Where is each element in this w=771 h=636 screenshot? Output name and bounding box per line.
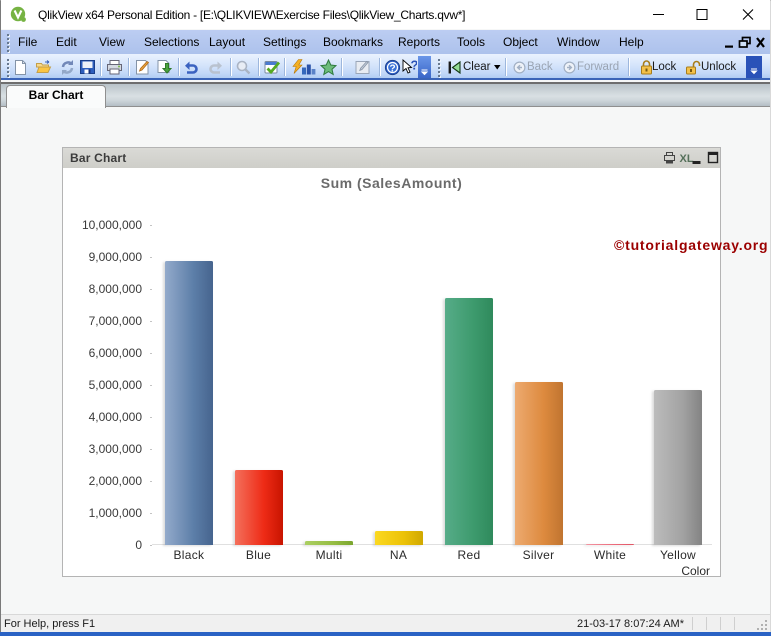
svg-text:?: ? bbox=[389, 64, 395, 75]
svg-text:?: ? bbox=[411, 59, 418, 73]
svg-text:XL: XL bbox=[680, 153, 694, 165]
